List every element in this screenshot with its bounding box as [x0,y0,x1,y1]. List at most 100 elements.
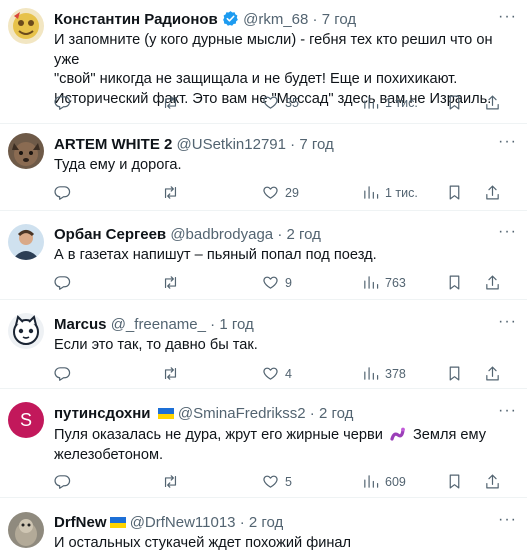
author-handle[interactable]: @badbrodyaga [170,226,273,243]
avatar[interactable] [8,512,44,548]
views-button[interactable]: 1 тис. [362,184,418,201]
share-icon [486,366,499,381]
views-button[interactable]: 1 тис. [362,94,418,111]
views-button[interactable]: 609 [362,473,406,490]
timestamp[interactable]: 7 год [299,136,333,153]
share-button[interactable] [484,365,501,382]
tweet-actions: 5 609 [54,473,514,493]
timestamp[interactable]: 2 год [286,226,320,243]
tweet-header: Орбан Сергеев @badbrodyaga · 2 год [54,225,497,245]
author-name[interactable]: путинсдохни [54,405,151,422]
more-icon[interactable]: ··· [498,312,517,332]
more-icon[interactable]: ··· [498,222,517,242]
retweet-icon [164,96,177,109]
reply-button[interactable] [54,94,77,111]
retweet-button[interactable] [162,184,185,201]
avatar[interactable] [8,313,44,349]
views-icon [364,276,379,289]
retweet-button[interactable] [162,365,185,382]
tweet-actions: 35 1 тис. [54,94,514,114]
retweet-icon [164,367,177,380]
author-name[interactable]: Marcus [54,316,107,333]
timestamp[interactable]: 7 год [322,11,356,28]
like-button[interactable]: 35 [262,94,299,111]
views-icon [364,186,379,199]
separator: · [290,136,296,153]
heart-icon [263,276,278,289]
author-handle[interactable]: @USetkin12791 [177,136,286,153]
like-count: 5 [285,474,292,489]
reply-button[interactable] [54,473,77,490]
tweet-header: путинсдохни @SminaFredrikss2 · 2 год [54,404,497,424]
tweet-text: Пуля оказалась не дура, жрут его жирные … [54,426,503,465]
tweet[interactable]: Константин Радионов @rkm_68 · 7 год ··· … [0,0,527,124]
separator: · [312,11,318,28]
views-icon [364,96,379,109]
tweet[interactable]: S путинсдохни @SminaFredrikss2 · 2 год ·… [0,389,527,498]
like-button[interactable]: 9 [262,274,292,291]
tweet-text-line: И остальных стукачей ждет похожий финал [54,535,352,551]
tweet[interactable]: Орбан Сергеев @badbrodyaga · 2 год ··· А… [0,211,527,300]
share-icon [486,95,499,110]
tweet-header: ARTEM WHITE 2 @USetkin12791 · 7 год [54,135,497,155]
separator: · [239,514,245,531]
bookmark-button[interactable] [446,94,463,111]
author-handle[interactable]: @_freename_ [111,316,206,333]
tweet[interactable]: Marcus @_freename_ · 1 год ··· Если это … [0,300,527,389]
timestamp[interactable]: 2 год [319,405,353,422]
bookmark-button[interactable] [446,184,463,201]
bookmark-icon [449,474,460,489]
tweet-header: Константин Радионов @rkm_68 · 7 год [54,10,497,30]
reply-button[interactable] [54,274,77,291]
retweet-button[interactable] [162,473,185,490]
avatar[interactable]: S [8,402,44,438]
retweet-button[interactable] [162,94,185,111]
avatar[interactable] [8,224,44,260]
share-button[interactable] [484,94,501,111]
author-handle[interactable]: @SminaFredrikss2 [178,405,306,422]
share-button[interactable] [484,184,501,201]
retweet-button[interactable] [162,274,185,291]
more-icon[interactable]: ··· [498,401,517,421]
avatar[interactable] [8,133,44,169]
more-icon[interactable]: ··· [498,7,517,27]
views-button[interactable]: 763 [362,274,406,291]
tweet[interactable]: ARTEM WHITE 2 @USetkin12791 · 7 год ··· … [0,124,527,211]
share-icon [486,185,499,200]
bookmark-button[interactable] [446,365,463,382]
heart-icon [263,96,278,109]
avatar-letter: S [19,409,32,430]
tweet-actions: 9 763 [54,274,514,294]
reply-button[interactable] [54,365,77,382]
timestamp[interactable]: 1 год [219,316,253,333]
like-button[interactable]: 4 [262,365,292,382]
like-button[interactable]: 5 [262,473,292,490]
timestamp[interactable]: 2 год [249,514,283,531]
reply-icon [54,96,71,110]
avatar[interactable] [8,8,44,44]
like-button[interactable]: 29 [262,184,299,201]
bookmark-button[interactable] [446,473,463,490]
tweet-text-line: Пуля оказалась не дура, жрут его жирные … [54,426,503,446]
author-name[interactable]: DrfNew [54,514,107,531]
bookmark-button[interactable] [446,274,463,291]
separator: · [210,316,216,333]
tweet-text-line: железобетоном. [54,446,164,463]
share-button[interactable] [484,274,501,291]
author-name[interactable]: Константин Радионов [54,11,218,28]
bookmark-icon [449,275,460,290]
views-count: 1 тис. [385,185,418,200]
share-button[interactable] [484,473,501,490]
like-count: 9 [285,275,292,290]
more-icon[interactable]: ··· [498,132,517,152]
author-name[interactable]: Орбан Сергеев [54,226,166,243]
reply-button[interactable] [54,184,77,201]
separator: · [277,226,283,243]
views-button[interactable]: 378 [362,365,406,382]
tweet[interactable]: DrfNew @DrfNew11013 · 2 год ··· И осталь… [0,498,527,558]
more-icon[interactable]: ··· [498,510,517,530]
author-handle[interactable]: @rkm_68 [243,11,308,28]
author-name[interactable]: ARTEM WHITE 2 [54,136,172,153]
tweet-text: Туда ему и дорога. [54,156,503,176]
author-handle[interactable]: @DrfNew11013 [130,514,236,531]
